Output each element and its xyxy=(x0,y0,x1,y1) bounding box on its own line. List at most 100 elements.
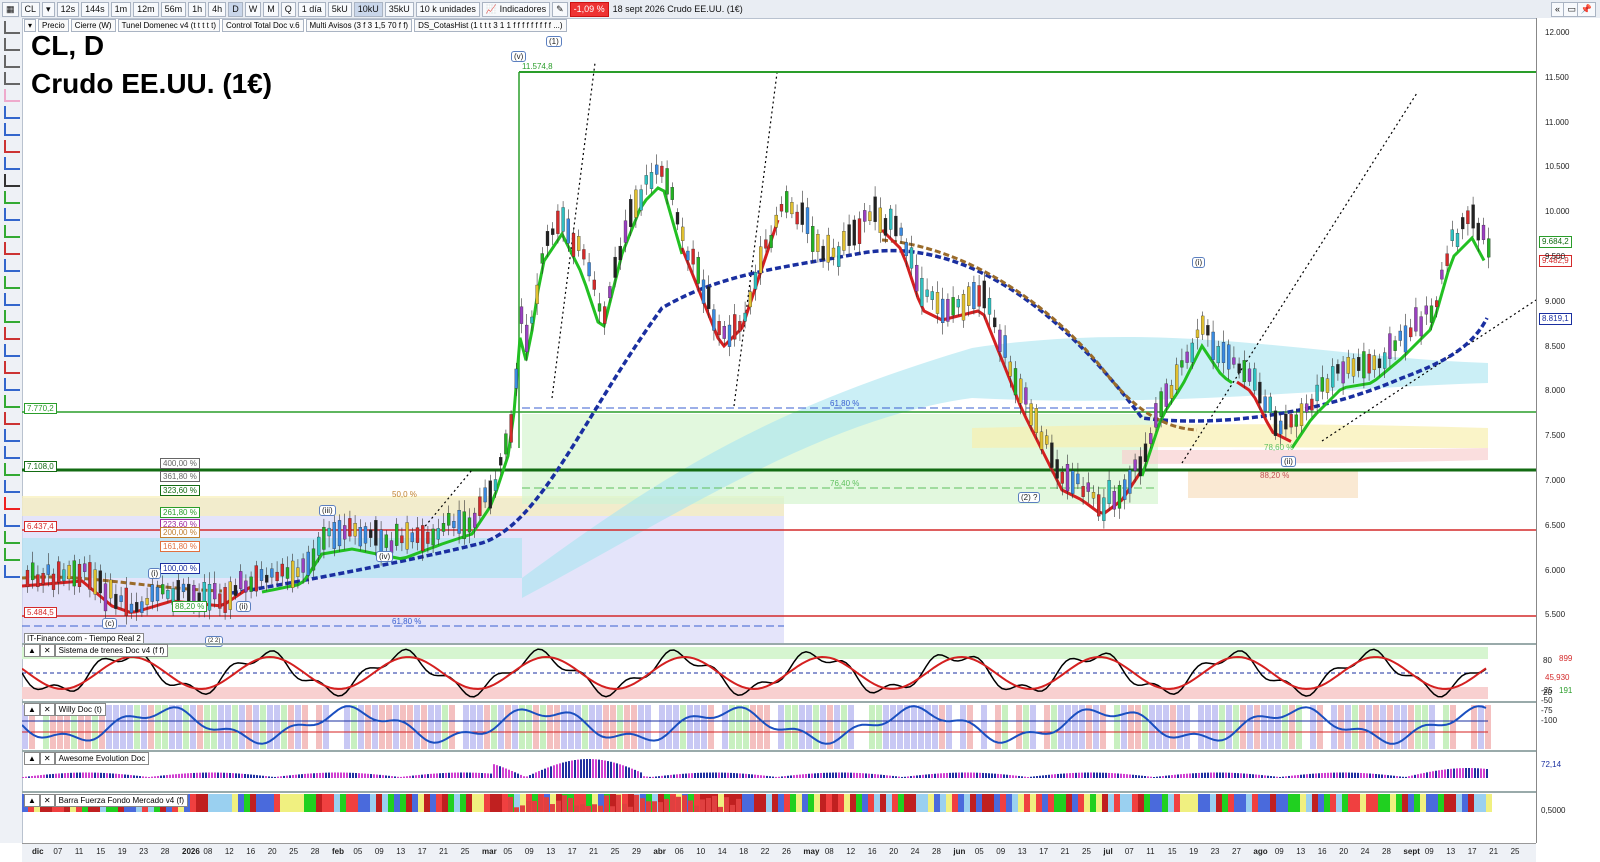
text-tool-icon[interactable] xyxy=(4,174,20,187)
awesome-bar xyxy=(895,776,897,778)
awesome-bar xyxy=(220,772,222,778)
collapse-icon[interactable]: « xyxy=(1550,1,1564,17)
pane-collapse-icon[interactable]: ▲ xyxy=(24,703,40,716)
ellipse-tool-icon[interactable] xyxy=(4,157,20,170)
pane-title-awesome[interactable]: Awesome Evolution Doc xyxy=(54,752,150,765)
timeframe-m-button[interactable]: M xyxy=(263,1,279,17)
symbol-selector[interactable]: CL xyxy=(20,1,41,17)
date-axis[interactable]: dic 07 11 15 19 23 28 2026 08 12 16 20 25 28 feb 05 09 13… xyxy=(22,843,1536,862)
timeframe-1h-button[interactable]: 1h xyxy=(188,1,207,17)
willy-bar xyxy=(141,705,147,749)
awesome-bar xyxy=(505,768,507,778)
willy-bar xyxy=(1261,705,1267,749)
awesome-bar xyxy=(424,774,426,778)
hline-tool-icon[interactable] xyxy=(4,242,20,255)
barra-bar xyxy=(1000,794,1006,812)
timeframe-d-button[interactable]: D xyxy=(228,1,243,17)
timeframe-12m-button[interactable]: 12m xyxy=(133,1,159,17)
pane-title-barra[interactable]: Barra Fuerza Fondo Mercado v4 (f) xyxy=(54,794,189,807)
barra-volume-bar xyxy=(724,797,729,812)
pane-close-icon[interactable]: ✕ xyxy=(39,644,55,657)
candle xyxy=(1440,269,1444,280)
period-selector[interactable]: 1 día xyxy=(297,1,326,17)
unit-count-selector[interactable]: 10 k unidades xyxy=(415,1,480,17)
heart-tool-icon[interactable] xyxy=(4,531,20,544)
measure-tool-icon[interactable] xyxy=(4,395,20,408)
candle xyxy=(1357,357,1361,371)
timeframe-q-button[interactable]: Q xyxy=(280,1,296,17)
pin-icon[interactable]: 📌 xyxy=(1576,1,1596,17)
barra-bar xyxy=(1258,794,1264,812)
gann-tool-icon[interactable] xyxy=(4,327,20,340)
timeframe-12s-button[interactable]: 12s xyxy=(56,1,80,17)
willy-bar xyxy=(232,705,238,749)
brush-tool-icon[interactable] xyxy=(4,344,20,357)
draw-icon[interactable]: ✎ xyxy=(552,1,568,17)
pane-close-icon[interactable]: ✕ xyxy=(39,752,55,765)
stack-tool-icon[interactable] xyxy=(4,565,20,578)
rectangle-tool-icon[interactable] xyxy=(4,140,20,153)
awesome-bar xyxy=(547,767,549,778)
symbol-dropdown-icon[interactable]: ▾ xyxy=(42,1,55,17)
awesome-bar xyxy=(625,766,627,778)
awesome-bar xyxy=(1471,768,1473,778)
polyline-tool-icon[interactable] xyxy=(4,310,20,323)
unit-5ku-button[interactable]: 5kU xyxy=(327,1,352,17)
barra-bar xyxy=(394,794,400,812)
eraser-tool-icon[interactable] xyxy=(4,361,20,374)
pane-collapse-icon[interactable]: ▲ xyxy=(24,644,40,657)
awesome-bar xyxy=(1222,772,1224,778)
label-tool-icon[interactable] xyxy=(4,191,20,204)
indicators-button[interactable]: 📈 Indicadores xyxy=(481,1,551,17)
pane-collapse-icon[interactable]: ▲ xyxy=(24,752,40,765)
awesome-bar xyxy=(790,775,792,778)
trash-tool-icon[interactable] xyxy=(4,497,20,510)
tree-tool-icon[interactable] xyxy=(4,548,20,561)
timeframe-1m-button[interactable]: 1m xyxy=(110,1,132,17)
alarm-tool-icon[interactable] xyxy=(4,89,20,102)
date-tick: 15 xyxy=(96,847,106,856)
vline-tool-icon[interactable] xyxy=(4,259,20,272)
pane-collapse-icon[interactable]: ▲ xyxy=(24,794,40,807)
barra-bar xyxy=(1288,794,1294,812)
barra-bar xyxy=(1240,794,1246,812)
price-axis[interactable]: 9.684,2 9.482,9 8.819,1 80 899 45,930 20… xyxy=(1536,18,1600,843)
magnet2-tool-icon[interactable] xyxy=(4,463,20,476)
willy-bar xyxy=(498,705,504,749)
candle xyxy=(1024,387,1028,405)
timeframe-4h-button[interactable]: 4h xyxy=(208,1,227,17)
candle xyxy=(1221,342,1226,363)
fibonacci-tool-icon[interactable] xyxy=(4,225,20,238)
wave-tool-icon[interactable] xyxy=(4,378,20,391)
unit-10ku-button[interactable]: 10kU xyxy=(353,1,383,17)
willy-bar xyxy=(1338,705,1344,749)
timeframe-56m-button[interactable]: 56m xyxy=(160,1,187,17)
lock-tool-icon[interactable] xyxy=(4,412,20,425)
pitchfork-tool-icon[interactable] xyxy=(4,293,20,306)
timeframe-144s-button[interactable]: 144s xyxy=(81,1,109,17)
arrow-tool-icon[interactable] xyxy=(4,276,20,289)
menu-grid-icon[interactable]: ▦ xyxy=(2,1,19,17)
awesome-bar xyxy=(559,763,561,778)
settings-tool-icon[interactable] xyxy=(4,480,20,493)
barra-bar xyxy=(1024,794,1030,812)
trendline-tool-icon[interactable] xyxy=(4,106,20,119)
zoom-out-tool-icon[interactable] xyxy=(4,55,20,68)
date-tick: 27 xyxy=(1232,847,1241,856)
magnet-tool-icon[interactable] xyxy=(4,72,20,85)
zoom-in-tool-icon[interactable] xyxy=(4,38,20,51)
ruler-tool-icon[interactable] xyxy=(4,208,20,221)
candle xyxy=(618,245,622,261)
pane-close-icon[interactable]: ✕ xyxy=(39,703,55,716)
cursor-tool-icon[interactable] xyxy=(4,21,20,34)
pane-title-trenes[interactable]: Sistema de trenes Doc v4 (f f) xyxy=(54,644,169,657)
layers-tool-icon[interactable] xyxy=(4,446,20,459)
unit-35ku-button[interactable]: 35kU xyxy=(384,1,414,17)
barra-bar xyxy=(1324,794,1330,812)
alert-tool-icon[interactable] xyxy=(4,514,20,527)
channel-tool-icon[interactable] xyxy=(4,123,20,136)
pane-close-icon[interactable]: ✕ xyxy=(39,794,55,807)
timeframe-w-button[interactable]: W xyxy=(244,1,262,17)
pane-title-willy[interactable]: Willy Doc (t) xyxy=(54,703,106,716)
eye-tool-icon[interactable] xyxy=(4,429,20,442)
